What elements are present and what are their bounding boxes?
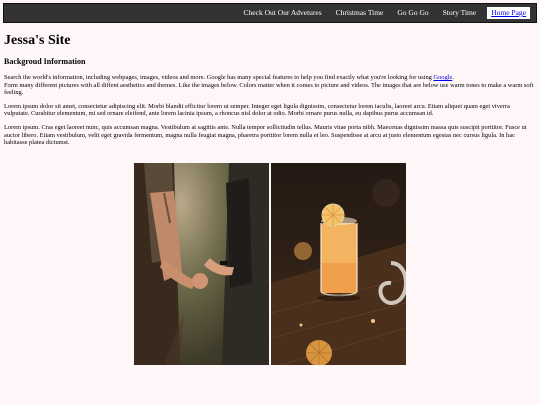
section-heading: Backgroud Information xyxy=(4,57,86,66)
intro-text-end: . xyxy=(452,74,454,81)
intro-text: Search the world's information, includin… xyxy=(4,74,434,81)
intro-paragraph: Search the world's information, includin… xyxy=(4,74,534,97)
lorem-paragraph-1: Lorem ipsum dolor sit amet, consectetur … xyxy=(4,102,510,118)
nav-item-story-time[interactable]: Story Time xyxy=(436,4,484,22)
intro-text-line2: Form many different pictures with all di… xyxy=(4,81,534,97)
image-gallery xyxy=(134,163,406,365)
page-title: Jessa's Site xyxy=(4,33,71,48)
nav-item-go-go-go[interactable]: Go Go Go xyxy=(390,4,435,22)
google-link[interactable]: Google xyxy=(433,74,452,81)
nav-item-home[interactable]: Home Page xyxy=(487,7,530,19)
nav-item-christmas[interactable]: Christmas Time xyxy=(329,4,391,22)
main-content: Jessa's Site Backgroud Information Searc… xyxy=(4,30,534,153)
top-nav-bar: Check Out Our Advetures Christmas Time G… xyxy=(3,3,537,23)
nav-menu: Check Out Our Advetures Christmas Time G… xyxy=(237,4,530,22)
cocktail-drink-image xyxy=(271,163,406,365)
couple-holding-hands-image xyxy=(134,163,269,365)
nav-item-adventures[interactable]: Check Out Our Advetures xyxy=(237,4,329,22)
lorem-paragraph-2: Lorem ipsum. Cras eget laoreet nunc, qui… xyxy=(4,123,527,147)
